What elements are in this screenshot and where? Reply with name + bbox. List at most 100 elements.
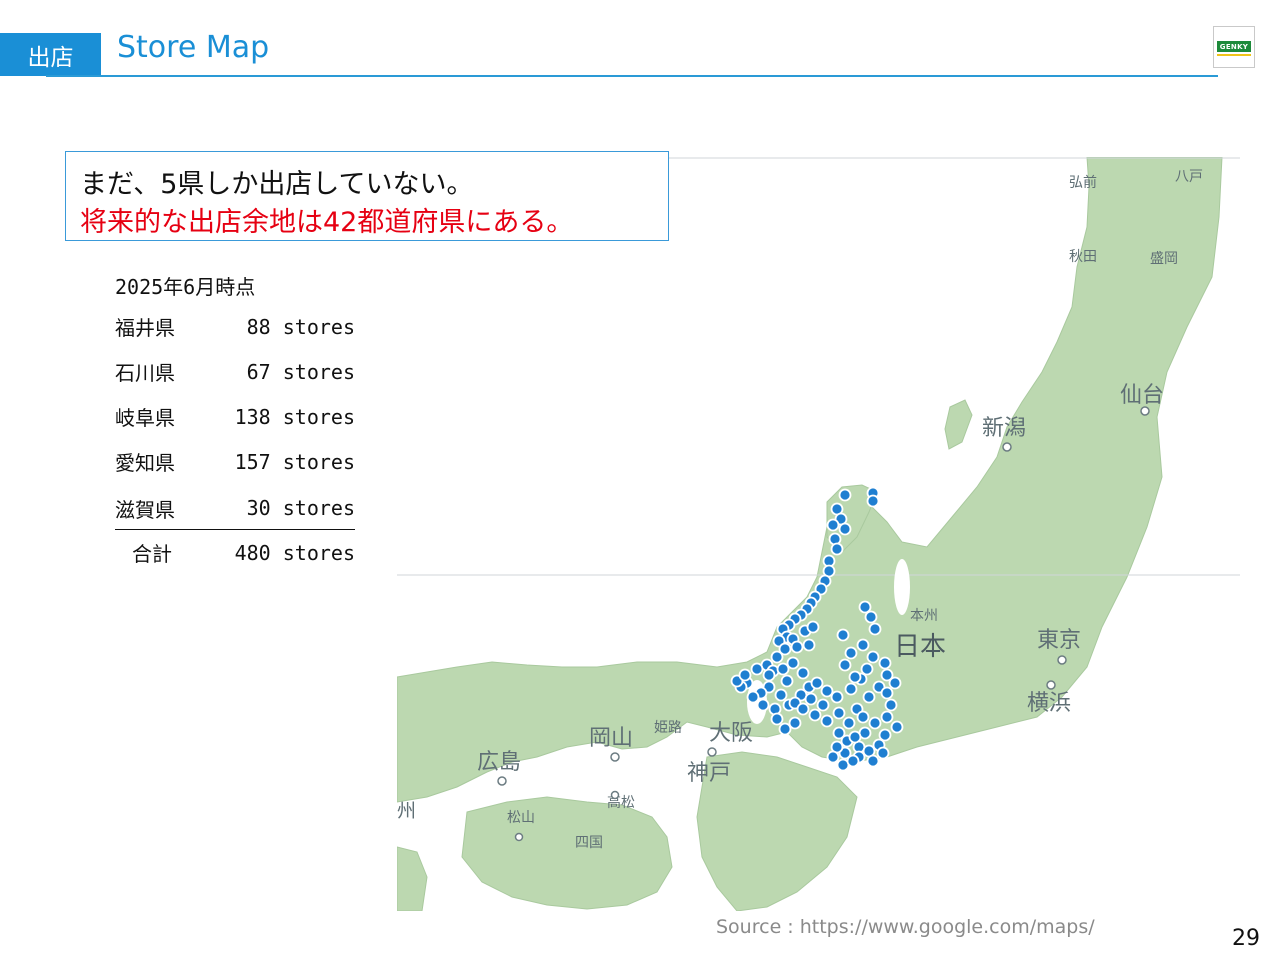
store-marker-icon bbox=[804, 692, 818, 706]
store-marker-icon bbox=[820, 714, 834, 728]
store-marker-icon bbox=[858, 600, 872, 614]
store-marker-icon bbox=[810, 676, 824, 690]
store-marker-icon bbox=[830, 542, 844, 556]
stats-date: 2025年6月時点 bbox=[115, 275, 256, 299]
lake bbox=[894, 559, 910, 615]
map-label-osaka: 大阪 bbox=[709, 721, 753, 746]
store-marker-icon bbox=[848, 730, 862, 744]
store-marker-icon bbox=[836, 628, 850, 642]
store-marker-icon bbox=[860, 662, 874, 676]
page-number: 29 bbox=[1232, 926, 1260, 951]
store-marker-icon bbox=[888, 676, 902, 690]
prefecture-name: 愛知県 bbox=[115, 451, 175, 475]
store-marker-icon bbox=[796, 666, 810, 680]
page-title: Store Map bbox=[117, 30, 270, 65]
store-marker-icon bbox=[816, 698, 830, 712]
map-label-shikoku: 四国 bbox=[575, 835, 603, 851]
source-credit: Source : https://www.google.com/maps/ bbox=[716, 916, 1095, 938]
map-label-tokyo: 東京 bbox=[1037, 628, 1081, 653]
city-marker bbox=[610, 790, 620, 800]
stats-row: 愛知県 157 stores bbox=[115, 439, 355, 484]
store-marker-icon bbox=[846, 754, 860, 768]
stats-row: 石川県 67 stores bbox=[115, 349, 355, 394]
map-label-hachinohe: 八戸 bbox=[1175, 169, 1203, 185]
store-marker-icon bbox=[778, 722, 792, 736]
city-marker bbox=[497, 776, 507, 786]
store-marker-icon bbox=[866, 650, 880, 664]
prefecture-name: 石川県 bbox=[115, 361, 175, 385]
store-marker-icon bbox=[838, 522, 852, 536]
store-marker-icon bbox=[848, 670, 862, 684]
store-marker-icon bbox=[802, 638, 816, 652]
store-marker-icon bbox=[828, 532, 842, 546]
store-marker-icon bbox=[776, 662, 790, 676]
city-marker bbox=[1046, 680, 1056, 690]
city-marker bbox=[1140, 406, 1150, 416]
store-marker-icon bbox=[880, 686, 894, 700]
store-marker-icon bbox=[844, 682, 858, 696]
map-label-okayama: 岡山 bbox=[589, 726, 633, 751]
store-marker-icon bbox=[832, 706, 846, 720]
store-count: 138 stores bbox=[234, 404, 355, 429]
store-marker-icon bbox=[880, 710, 894, 724]
store-count: 67 stores bbox=[246, 359, 355, 384]
store-marker-icon bbox=[774, 688, 788, 702]
store-marker-icon bbox=[862, 690, 876, 704]
message-line-1: まだ、5県しか出店していない。 bbox=[80, 169, 474, 200]
total-label: 合計 bbox=[132, 542, 172, 566]
store-marker-icon bbox=[770, 712, 784, 726]
store-marker-icon bbox=[830, 690, 844, 704]
store-marker-icon bbox=[768, 702, 782, 716]
store-marker-icon bbox=[826, 518, 840, 532]
stats-row: 滋賀県 30 stores bbox=[115, 484, 355, 530]
store-marker-icon bbox=[786, 656, 800, 670]
store-marker-icon bbox=[796, 702, 810, 716]
map-label-kobe: 神戸 bbox=[687, 761, 731, 786]
store-marker-icon bbox=[780, 674, 794, 688]
store-marker-icon bbox=[790, 640, 804, 654]
map-label-matsuyama: 松山 bbox=[507, 810, 535, 826]
map-label-kyushu: 州 bbox=[397, 800, 416, 822]
map-canvas: 弘前 八戸 秋田 盛岡 仙台 新潟 本州 日本 東京 横浜 岡山 姫路 大阪 神… bbox=[397, 157, 1240, 911]
store-marker-icon bbox=[756, 698, 770, 712]
store-count: 157 stores bbox=[234, 449, 355, 474]
map-label-himeji: 姫路 bbox=[654, 720, 682, 736]
store-marker-icon bbox=[808, 708, 822, 722]
company-logo: GENKY bbox=[1213, 26, 1255, 68]
store-marker-icon bbox=[856, 710, 870, 724]
message-line-2: 将来的な出店余地は42都道府県にある。 bbox=[80, 207, 574, 238]
store-count: 30 stores bbox=[246, 496, 355, 520]
city-marker bbox=[514, 832, 524, 842]
store-marker-icon bbox=[878, 728, 892, 742]
store-marker-icon bbox=[770, 650, 784, 664]
logo-stripe bbox=[1217, 54, 1251, 56]
store-count-table: 2025年6月時点 福井県 88 stores 石川県 67 stores 岐阜… bbox=[115, 270, 355, 575]
map-label-japan: 日本 bbox=[894, 632, 946, 662]
store-marker-icon bbox=[868, 716, 882, 730]
store-marker-icon bbox=[820, 684, 834, 698]
map-label-hiroshima: 広島 bbox=[477, 750, 521, 775]
store-marker-icon bbox=[746, 690, 760, 704]
store-marker-icon bbox=[738, 668, 752, 682]
map-label-hirosaki: 弘前 bbox=[1069, 174, 1097, 191]
prefecture-name: 福井県 bbox=[115, 316, 175, 340]
store-marker-icon bbox=[876, 746, 890, 760]
store-marker-icon bbox=[890, 720, 904, 734]
store-marker-icon bbox=[884, 698, 898, 712]
store-marker-icon bbox=[842, 716, 856, 730]
store-count: 88 stores bbox=[246, 314, 355, 339]
store-marker-icon bbox=[864, 610, 878, 624]
title-divider bbox=[46, 75, 1218, 77]
store-marker-icon bbox=[788, 716, 802, 730]
stats-row: 福井県 88 stores bbox=[115, 304, 355, 349]
map-label-honshu: 本州 bbox=[910, 608, 938, 624]
stats-total-row: 合計 480 stores bbox=[115, 530, 355, 575]
map-label-sendai: 仙台 bbox=[1120, 383, 1164, 408]
map-label-yokohama: 横浜 bbox=[1027, 691, 1071, 716]
store-marker-icon bbox=[878, 656, 892, 670]
store-marker-icon bbox=[868, 622, 882, 636]
store-marker-icon bbox=[866, 754, 880, 768]
message-box: まだ、5県しか出店していない。 将来的な出店余地は42都道府県にある。 bbox=[65, 151, 669, 241]
store-marker-icon bbox=[844, 646, 858, 660]
prefecture-name: 滋賀県 bbox=[115, 497, 175, 522]
